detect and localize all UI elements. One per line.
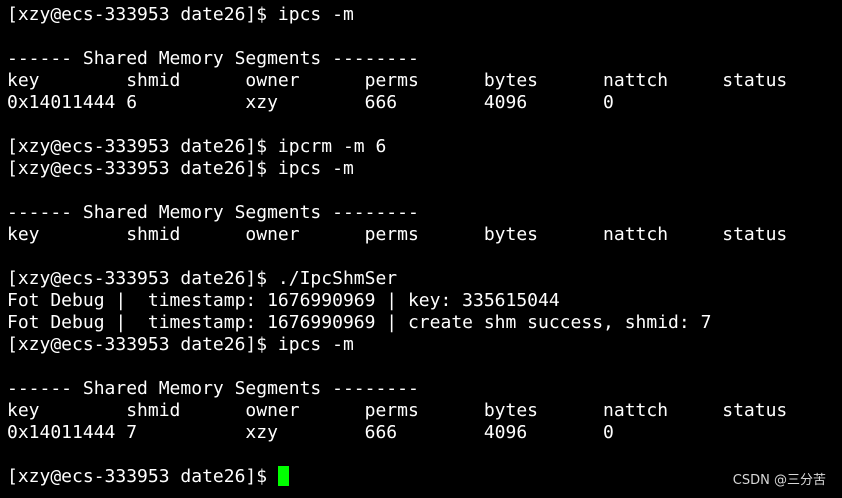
terminal-line: Fot Debug | timestamp: 1676990969 | key:… <box>7 290 560 311</box>
terminal-line: ------ Shared Memory Segments -------- <box>7 48 419 69</box>
prompt-text: [xzy@ecs-333953 date26]$ <box>7 466 278 487</box>
cursor[interactable] <box>277 466 289 486</box>
terminal-line: [xzy@ecs-333953 date26]$ ipcs -m <box>7 334 354 355</box>
terminal-line: key shmid owner perms bytes nattch statu… <box>7 400 788 421</box>
terminal-line: key shmid owner perms bytes nattch statu… <box>7 70 788 91</box>
watermark: CSDN @三分苦 <box>732 473 826 488</box>
terminal-line: Fot Debug | timestamp: 1676990969 | crea… <box>7 312 712 333</box>
terminal-window[interactable]: [xzy@ecs-333953 date26]$ ipcs -m ------ … <box>0 0 842 498</box>
terminal-line: [xzy@ecs-333953 date26]$ ./IpcShmSer <box>7 268 398 289</box>
terminal-line: ------ Shared Memory Segments -------- <box>7 202 419 223</box>
command-prompt-line[interactable]: [xzy@ecs-333953 date26]$ <box>7 466 842 488</box>
terminal-line: key shmid owner perms bytes nattch statu… <box>7 224 788 245</box>
terminal-line: ------ Shared Memory Segments -------- <box>7 378 419 399</box>
terminal-line: [xzy@ecs-333953 date26]$ ipcs -m <box>7 4 354 25</box>
terminal-line: 0x14011444 6 xzy 666 4096 0 <box>7 92 614 113</box>
terminal-line: [xzy@ecs-333953 date26]$ ipcs -m <box>7 158 354 179</box>
terminal-line: [xzy@ecs-333953 date26]$ ipcrm -m 6 <box>7 136 387 157</box>
terminal-line: 0x14011444 7 xzy 666 4096 0 <box>7 422 614 443</box>
